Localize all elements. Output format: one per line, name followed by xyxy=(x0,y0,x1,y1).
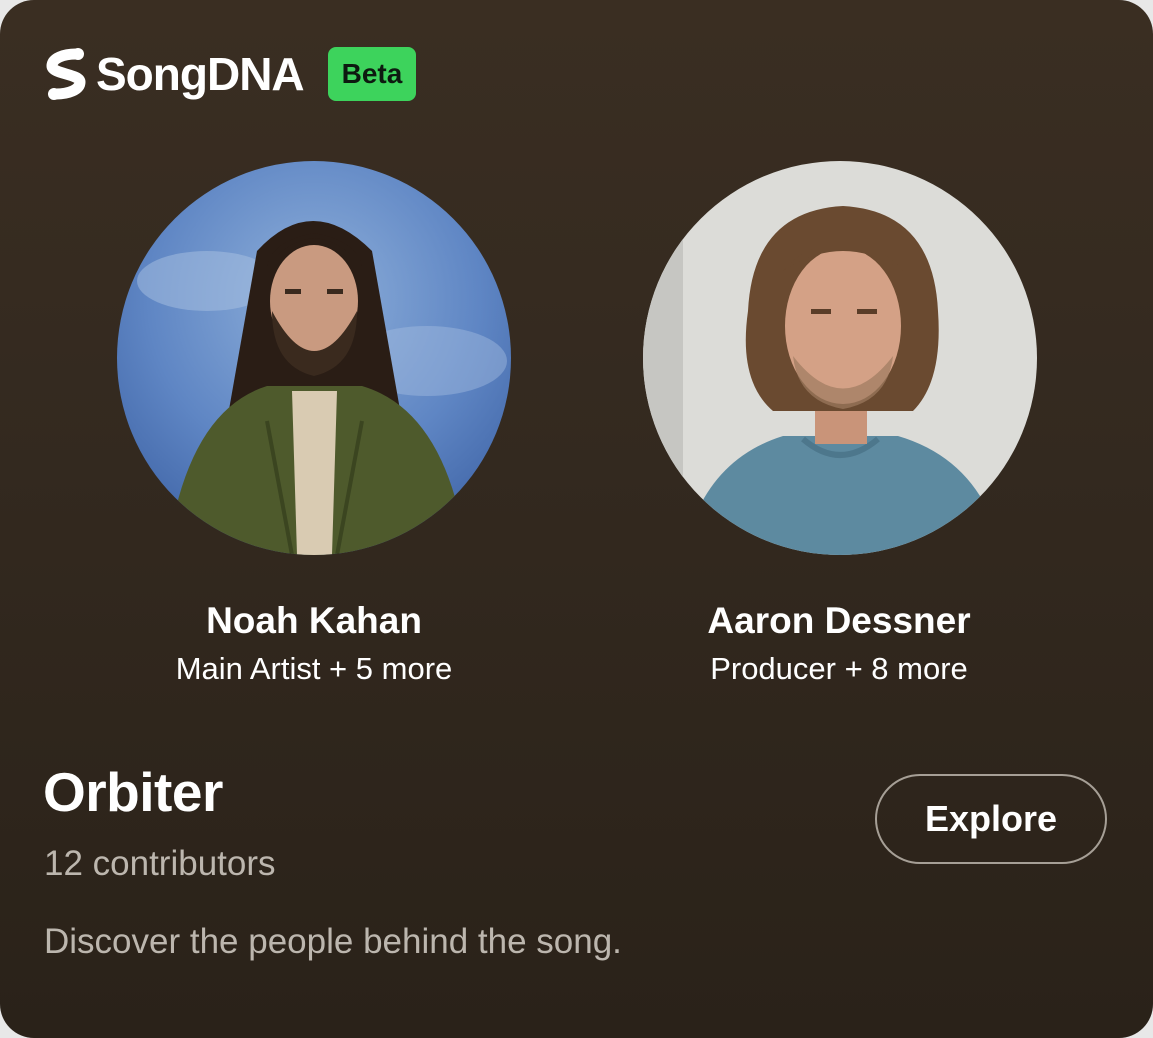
person-name[interactable]: Aaron Dessner xyxy=(589,600,1089,642)
tagline: Discover the people behind the song. xyxy=(44,922,622,961)
producer-photo xyxy=(643,161,1037,555)
brand-name: SongDNA xyxy=(96,48,305,100)
brand-header: SongDNA Beta xyxy=(42,44,417,104)
songdna-card[interactable]: SongDNA Beta Noah Kahan Main Artist + 5 … xyxy=(0,0,1153,1038)
artist-photo xyxy=(117,161,511,555)
explore-button[interactable]: Explore xyxy=(875,774,1107,864)
contributors-count: 12 contributors xyxy=(44,844,276,883)
person-role: Main Artist + 5 more xyxy=(175,651,453,686)
song-title: Orbiter xyxy=(43,761,223,823)
person-name[interactable]: Noah Kahan xyxy=(64,600,564,642)
person-role: Producer + 8 more xyxy=(710,651,968,686)
beta-badge: Beta xyxy=(327,47,417,101)
songdna-logo-icon xyxy=(46,48,86,100)
avatar-aaron-dessner[interactable] xyxy=(643,161,1037,555)
avatar-noah-kahan[interactable] xyxy=(117,161,511,555)
